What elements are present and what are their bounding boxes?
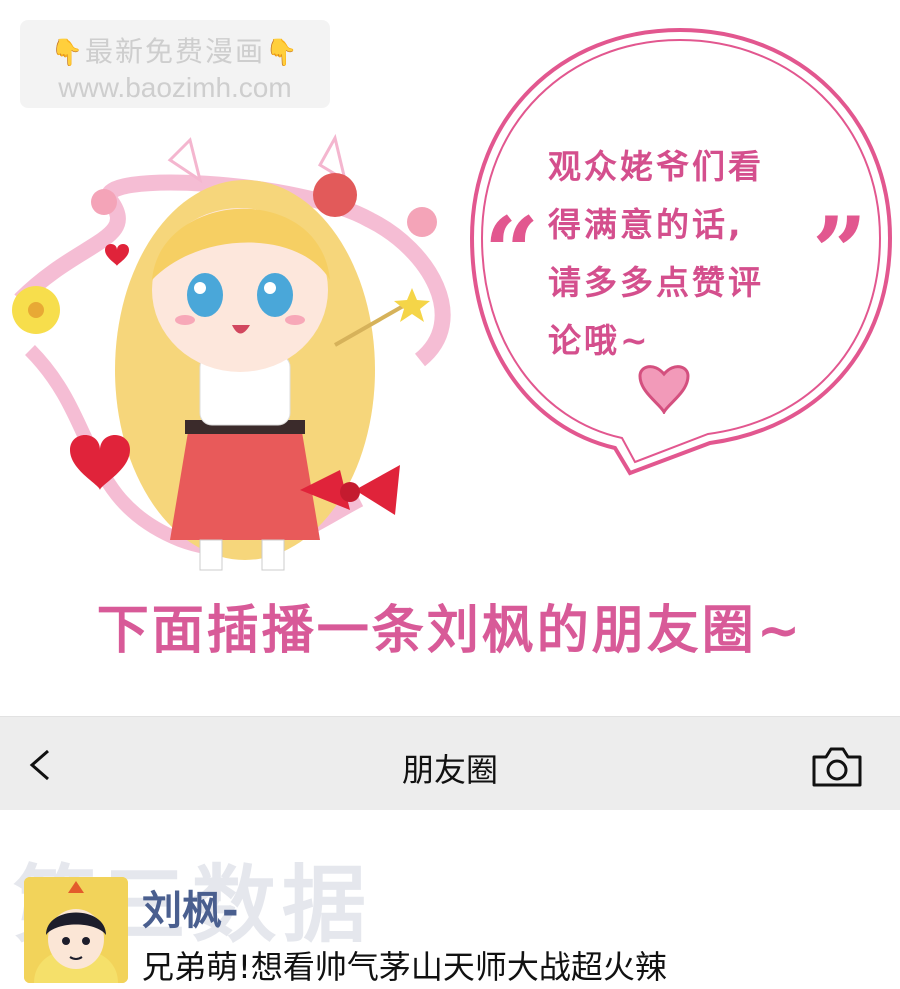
- avatar[interactable]: [24, 877, 128, 983]
- pixel-heart-icon: [638, 365, 690, 414]
- moments-header: 朋友圈: [0, 716, 900, 810]
- watermark-title: 最新免费漫画: [84, 35, 265, 68]
- pointing-down-hand-icon: 👇: [50, 38, 85, 68]
- bubble-line: 观众姥爷们看: [548, 147, 764, 186]
- pointing-down-hand-icon: 👇: [265, 38, 300, 68]
- avatar-image: [24, 877, 128, 983]
- post-text: 兄弟萌!想看帅气茅山天师大战超火辣: [142, 948, 667, 986]
- open-quote-mark: “: [484, 196, 540, 309]
- page-title: 朋友圈: [401, 751, 498, 789]
- camera-icon[interactable]: [810, 745, 864, 789]
- bubble-line: 请多多点赞评: [548, 263, 764, 302]
- chibi-girl-illustration: [12, 133, 451, 571]
- announcement-banner: 下面插播一条刘枫的朋友圈~: [96, 601, 804, 661]
- bubble-message: 观众姥爷们看 得满意的话, 请多多点赞评 论哦~: [548, 138, 828, 370]
- watermark-url: www.baozimh.com: [58, 72, 292, 103]
- bubble-line: 得满意的话,: [548, 205, 744, 244]
- watermark-line1: 👇最新免费漫画👇: [20, 30, 330, 70]
- post-author[interactable]: 刘枫-: [142, 878, 239, 936]
- watermark-badge: 👇最新免费漫画👇 www.baozimh.com: [20, 20, 330, 108]
